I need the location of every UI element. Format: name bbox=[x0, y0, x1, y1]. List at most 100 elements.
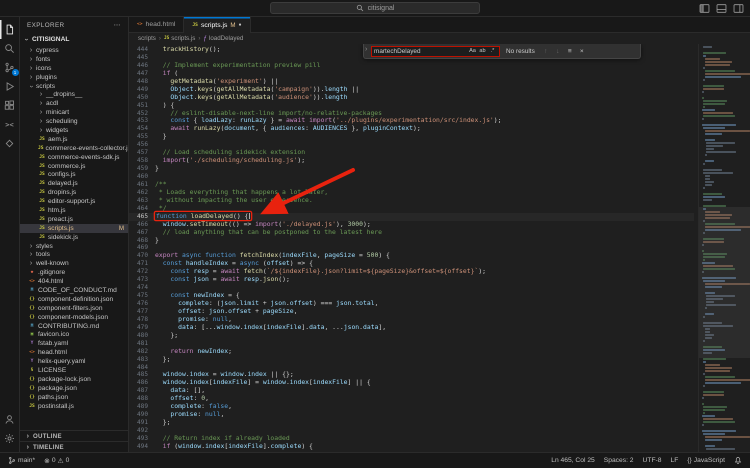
problems-status[interactable]: ⊗0 ⚠0 bbox=[44, 457, 69, 465]
tree-file-configs.js[interactable]: JSconfigs.js bbox=[20, 170, 128, 179]
tree-folder-fonts[interactable]: ›fonts bbox=[20, 55, 128, 64]
tree-folder-plugins[interactable]: ›plugins bbox=[20, 73, 128, 82]
previous-match-button[interactable]: ↑ bbox=[541, 48, 551, 55]
eol-status[interactable]: LF bbox=[670, 457, 678, 464]
code-line-459[interactable]: 459} bbox=[129, 165, 694, 173]
tree-folder-icons[interactable]: ›icons bbox=[20, 64, 128, 73]
code-line-483[interactable]: 483 }; bbox=[129, 356, 694, 364]
cursor-position-status[interactable]: Ln 465, Col 25 bbox=[551, 457, 595, 464]
code-line-491[interactable]: 491 }; bbox=[129, 419, 694, 427]
code-line-473[interactable]: 473 const json = await resp.json(); bbox=[129, 276, 694, 284]
tree-file-commerce.js[interactable]: JScommerce.js bbox=[20, 162, 128, 171]
tree-folder-tools[interactable]: ›tools bbox=[20, 250, 128, 259]
activity-extensions-icon[interactable] bbox=[0, 96, 20, 115]
tree-file-component-definition.json[interactable]: {}component-definition.json bbox=[20, 295, 128, 304]
tree-file-commerce-events-collector.js[interactable]: JScommerce-events-collector.js bbox=[20, 144, 128, 153]
tree-file-CODE_OF_CONDUCT.md[interactable]: MCODE_OF_CONDUCT.md bbox=[20, 286, 128, 295]
activity-explorer-icon[interactable] bbox=[0, 20, 20, 39]
code-line-460[interactable]: 460 bbox=[129, 173, 694, 181]
tree-folder-acdl[interactable]: ›acdl bbox=[20, 99, 128, 108]
tree-folder-__dropins__[interactable]: ›__dropins__ bbox=[20, 90, 128, 99]
dirty-dot-icon[interactable]: ● bbox=[239, 22, 242, 28]
tree-file-package.json[interactable]: {}package.json bbox=[20, 384, 128, 393]
activity-accounts-icon[interactable] bbox=[0, 410, 20, 429]
toggle-sidebar-icon[interactable] bbox=[699, 3, 710, 14]
match-case-toggle[interactable]: Aa bbox=[468, 47, 477, 56]
tree-file-preact.js[interactable]: JSpreact.js bbox=[20, 215, 128, 224]
code-line-468[interactable]: 468} bbox=[129, 237, 694, 245]
language-mode-status[interactable]: {} JavaScript bbox=[687, 457, 725, 464]
indentation-status[interactable]: Spaces: 2 bbox=[604, 457, 634, 464]
activity-run-debug-icon[interactable] bbox=[0, 77, 20, 96]
code-line-446[interactable]: 446 // Implement experimentation preview… bbox=[129, 62, 694, 70]
find-input[interactable] bbox=[374, 48, 466, 55]
tree-folder-cypress[interactable]: ›cypress bbox=[20, 46, 128, 55]
breadcrumb-item-loadDelayed[interactable]: ƒloadDelayed bbox=[203, 35, 243, 42]
activity-search-icon[interactable] bbox=[0, 39, 20, 58]
code-line-480[interactable]: 480 }; bbox=[129, 332, 694, 340]
panel-header-outline[interactable]: ›OUTLINE bbox=[20, 430, 128, 441]
code-line-455[interactable]: 455 } bbox=[129, 133, 694, 141]
code-line-487[interactable]: 487 data: [], bbox=[129, 387, 694, 395]
tree-file-delayed.js[interactable]: JSdelayed.js bbox=[20, 179, 128, 188]
command-center-search[interactable]: citisignal bbox=[270, 2, 480, 14]
toggle-secondary-sidebar-icon[interactable] bbox=[733, 3, 744, 14]
tree-file-paths.json[interactable]: {}paths.json bbox=[20, 393, 128, 402]
tree-file-LICENSE[interactable]: §LICENSE bbox=[20, 366, 128, 375]
tree-file-sidekick.js[interactable]: JSsidekick.js bbox=[20, 233, 128, 242]
tree-file-editor-support.js[interactable]: JSeditor-support.js bbox=[20, 197, 128, 206]
tree-file-dropins.js[interactable]: JSdropins.js bbox=[20, 188, 128, 197]
tab-scripts.js[interactable]: JSscripts.jsM● bbox=[184, 17, 250, 33]
tree-file-CONTRIBUTING.md[interactable]: MCONTRIBUTING.md bbox=[20, 322, 128, 331]
tree-file-htm.js[interactable]: JShtm.js bbox=[20, 206, 128, 215]
tree-file-component-models.json[interactable]: {}component-models.json bbox=[20, 313, 128, 322]
code-line-463[interactable]: 463 * without impacting the user experie… bbox=[129, 197, 694, 205]
notifications-bell-icon[interactable] bbox=[734, 456, 742, 465]
next-match-button[interactable]: ↓ bbox=[553, 48, 563, 55]
minimap-slider[interactable] bbox=[699, 207, 750, 358]
activity-settings-icon[interactable] bbox=[0, 429, 20, 448]
code-line-479[interactable]: 479 data: [...window.index[indexFile].da… bbox=[129, 324, 694, 332]
breadcrumb-item-scripts[interactable]: scripts bbox=[138, 35, 156, 42]
tree-folder-scheduling[interactable]: ›scheduling bbox=[20, 117, 128, 126]
project-section-header[interactable]: › CITISIGNAL bbox=[20, 33, 128, 46]
minimap[interactable] bbox=[698, 44, 750, 452]
tree-file-fstab.yaml[interactable]: Yfstab.yaml bbox=[20, 339, 128, 348]
code-line-454[interactable]: 454 await runLazy(document, { audiences:… bbox=[129, 125, 694, 133]
code-line-494[interactable]: 494 if (window.index[indexFile].complete… bbox=[129, 443, 694, 451]
tree-file-helix-query.yaml[interactable]: Yhelix-query.yaml bbox=[20, 357, 128, 366]
tree-folder-styles[interactable]: ›styles bbox=[20, 242, 128, 251]
tree-file-component-filters.json[interactable]: {}component-filters.json bbox=[20, 304, 128, 313]
explorer-more-actions-icon[interactable]: ⋯ bbox=[114, 21, 121, 29]
tree-file-favicon.ico[interactable]: ▣favicon.ico bbox=[20, 331, 128, 340]
whole-word-toggle[interactable]: ab bbox=[478, 47, 487, 56]
activity-remote-icon[interactable]: >< bbox=[0, 115, 20, 134]
code-line-486[interactable]: 486 window.index[indexFile] = window.ind… bbox=[129, 379, 694, 387]
tree-folder-scripts[interactable]: ›scripts bbox=[20, 82, 128, 91]
code-line-482[interactable]: 482 return newIndex; bbox=[129, 348, 694, 356]
close-find-button[interactable]: × bbox=[577, 48, 587, 55]
code-area[interactable]: 444 trackHistory();445446 // Implement e… bbox=[129, 44, 694, 452]
tree-file-404.html[interactable]: <>404.html bbox=[20, 277, 128, 286]
code-line-490[interactable]: 490 promise: null, bbox=[129, 411, 694, 419]
code-line-467[interactable]: 467 // load anything that can be postpon… bbox=[129, 229, 694, 237]
tree-file-package-lock.json[interactable]: {}package-lock.json bbox=[20, 375, 128, 384]
git-branch-status[interactable]: main* bbox=[8, 456, 35, 465]
tree-folder-minicart[interactable]: ›minicart bbox=[20, 108, 128, 117]
code-line-450[interactable]: 450 Object.keys(getAllMetadata('audience… bbox=[129, 94, 694, 102]
toggle-replace-chevron-icon[interactable]: › bbox=[365, 46, 367, 53]
tree-folder-widgets[interactable]: ›widgets bbox=[20, 126, 128, 135]
activity-source-control-icon[interactable]: 1 bbox=[0, 58, 20, 77]
tab-head.html[interactable]: <>head.html bbox=[129, 17, 184, 32]
tree-file-head.html[interactable]: <>head.html bbox=[20, 348, 128, 357]
tree-file-commerce-events-sdk.js[interactable]: JScommerce-events-sdk.js bbox=[20, 153, 128, 162]
tree-file-scripts.js[interactable]: JSscripts.jsM bbox=[20, 224, 128, 233]
tree-file-postinstall.js[interactable]: JSpostinstall.js bbox=[20, 402, 128, 411]
toggle-panel-icon[interactable] bbox=[716, 3, 727, 14]
find-in-selection-button[interactable]: ≡ bbox=[565, 48, 575, 55]
tree-folder-well-known[interactable]: ›well-known bbox=[20, 259, 128, 268]
panel-header-timeline[interactable]: ›TIMELINE bbox=[20, 441, 128, 452]
tree-file-aem.js[interactable]: JSaem.js bbox=[20, 135, 128, 144]
activity-plugin-icon[interactable] bbox=[0, 134, 20, 153]
breadcrumb-item-scripts.js[interactable]: JSscripts.js bbox=[164, 35, 195, 42]
